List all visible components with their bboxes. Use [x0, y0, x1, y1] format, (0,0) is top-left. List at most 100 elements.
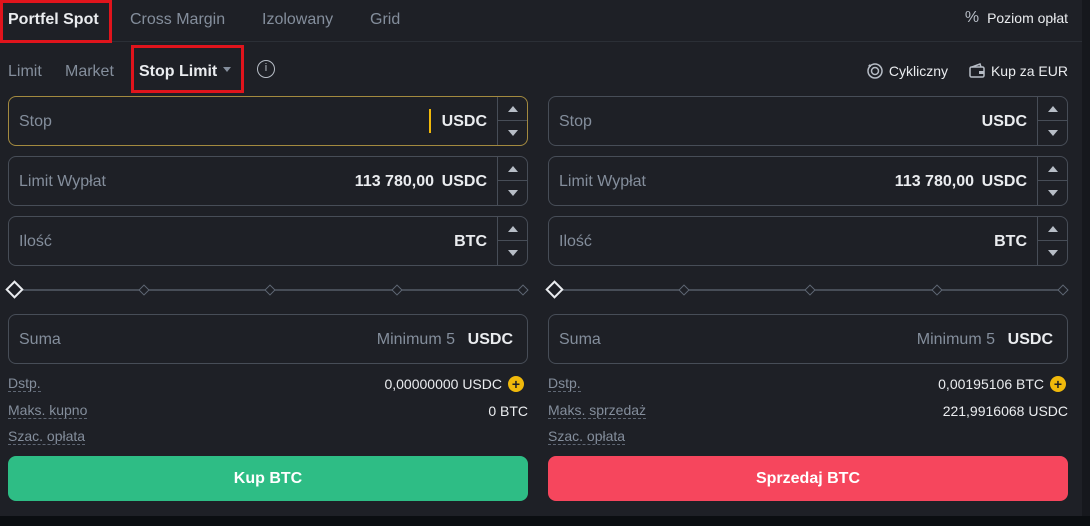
recurring-button[interactable]: Cykliczny: [866, 62, 948, 80]
caret-down-icon: [507, 190, 518, 196]
slider-step-75[interactable]: [931, 284, 943, 296]
increment-button[interactable]: [498, 97, 527, 121]
buy-stop-stepper: [497, 97, 527, 145]
caret-down-icon: [507, 130, 518, 136]
caret-down-icon: [1047, 130, 1058, 136]
sell-available-row: Dstp. 0,00195106 BTC +: [548, 374, 1068, 394]
buy-total-input[interactable]: Suma Minimum 5 USDC: [8, 314, 528, 364]
decrement-button[interactable]: [1038, 181, 1067, 205]
sell-btc-button[interactable]: Sprzedaj BTC: [548, 456, 1068, 501]
buy-amount-unit: BTC: [454, 233, 487, 250]
buy-with-eur-label: Kup za EUR: [990, 63, 1068, 79]
buy-btc-button[interactable]: Kup BTC: [8, 456, 528, 501]
highlight-box-portfel-spot: [0, 0, 112, 43]
buy-amount-label: Ilość: [19, 233, 52, 250]
buy-stop-unit: USDC: [441, 113, 487, 130]
sell-limit-unit: USDC: [981, 173, 1027, 190]
increment-button[interactable]: [1038, 97, 1067, 121]
decrement-button[interactable]: [1038, 121, 1067, 145]
slider-step-100[interactable]: [1057, 284, 1069, 296]
buy-limit-stepper: [497, 157, 527, 205]
buy-total-label: Suma: [19, 331, 61, 348]
slider-step-100[interactable]: [517, 284, 529, 296]
slider-step-25[interactable]: [678, 284, 690, 296]
buy-limit-price-input[interactable]: Limit Wypłat 113 780,00 USDC: [8, 156, 528, 206]
sell-limit-price-input[interactable]: Limit Wypłat 113 780,00 USDC: [548, 156, 1068, 206]
percent-icon: %: [964, 9, 980, 26]
caret-up-icon: [507, 105, 518, 112]
plus-circle-icon[interactable]: +: [1050, 376, 1066, 392]
sell-amount-unit: BTC: [994, 233, 1027, 250]
sell-total-label: Suma: [559, 331, 601, 348]
sell-amount-label: Ilość: [559, 233, 592, 250]
sell-stop-stepper: [1037, 97, 1067, 145]
text-cursor: [429, 109, 431, 133]
buy-max-value: 0 BTC: [488, 403, 528, 419]
sell-limit-label: Limit Wypłat: [559, 173, 646, 190]
buy-available-row: Dstp. 0,00000000 USDC +: [8, 374, 528, 394]
fee-level-label: Poziom opłat: [987, 10, 1068, 26]
slider-step-50[interactable]: [264, 284, 276, 296]
sell-max-label: Maks. sprzedaż: [548, 402, 647, 419]
slider-handle[interactable]: [545, 280, 564, 299]
sell-fee-label: Szac. opłata: [548, 428, 626, 445]
sell-percentage-slider[interactable]: [545, 280, 1069, 300]
sell-amount-stepper: [1037, 217, 1067, 265]
buy-max-label: Maks. kupno: [8, 402, 88, 419]
increment-button[interactable]: [498, 217, 527, 241]
buy-limit-value: 113 780,00: [354, 173, 434, 190]
wallet-icon: [969, 63, 985, 78]
bottom-divider: [0, 516, 1090, 526]
sell-stop-unit: USDC: [981, 113, 1027, 130]
decrement-button[interactable]: [1038, 241, 1067, 265]
sell-available-value: 0,00195106 BTC +: [938, 376, 1066, 392]
buy-total-unit: USDC: [467, 331, 513, 348]
decrement-button[interactable]: [498, 241, 527, 265]
buy-amount-stepper: [497, 217, 527, 265]
caret-down-icon: [1047, 190, 1058, 196]
sell-amount-input[interactable]: Ilość BTC: [548, 216, 1068, 266]
decrement-button[interactable]: [498, 181, 527, 205]
order-type-market[interactable]: Market: [65, 63, 114, 81]
sell-available-amount: 0,00195106 BTC: [938, 376, 1044, 392]
buy-limit-unit: USDC: [441, 173, 487, 190]
tab-izolowany[interactable]: Izolowany: [262, 11, 333, 29]
tab-cross-margin[interactable]: Cross Margin: [130, 11, 225, 29]
sell-max-row: Maks. sprzedaż 221,9916068 USDC: [548, 401, 1068, 421]
sell-limit-stepper: [1037, 157, 1067, 205]
plus-circle-icon[interactable]: +: [508, 376, 524, 392]
order-type-limit[interactable]: Limit: [8, 63, 42, 81]
increment-button[interactable]: [498, 157, 527, 181]
buy-available-value: 0,00000000 USDC +: [384, 376, 524, 392]
fee-level-link[interactable]: % Poziom opłat: [965, 9, 1068, 27]
buy-with-eur-button[interactable]: Kup za EUR: [968, 62, 1068, 80]
slider-handle[interactable]: [5, 280, 24, 299]
slider-step-50[interactable]: [804, 284, 816, 296]
buy-stop-price-input[interactable]: Stop USDC: [8, 96, 528, 146]
caret-up-icon: [1047, 165, 1058, 172]
caret-up-icon: [1047, 225, 1058, 232]
increment-button[interactable]: [1038, 217, 1067, 241]
sell-stop-price-input[interactable]: Stop USDC: [548, 96, 1068, 146]
increment-button[interactable]: [1038, 157, 1067, 181]
tab-grid[interactable]: Grid: [370, 11, 400, 29]
recurring-icon: [867, 63, 883, 79]
caret-up-icon: [507, 165, 518, 172]
info-icon[interactable]: i: [257, 60, 275, 78]
buy-fee-label: Szac. opłata: [8, 428, 86, 445]
recurring-label: Cykliczny: [888, 63, 948, 79]
sell-max-value: 221,9916068 USDC: [942, 403, 1068, 419]
slider-step-75[interactable]: [391, 284, 403, 296]
sell-total-input[interactable]: Suma Minimum 5 USDC: [548, 314, 1068, 364]
highlight-box-stop-limit: [131, 45, 244, 93]
caret-up-icon: [1047, 105, 1058, 112]
caret-up-icon: [507, 225, 518, 232]
slider-step-25[interactable]: [138, 284, 150, 296]
decrement-button[interactable]: [498, 121, 527, 145]
buy-total-placeholder: Minimum 5: [376, 331, 455, 348]
buy-available-label: Dstp.: [8, 375, 41, 392]
sell-fee-row: Szac. opłata: [548, 427, 1068, 447]
buy-percentage-slider[interactable]: [5, 280, 529, 300]
buy-amount-input[interactable]: Ilość BTC: [8, 216, 528, 266]
buy-available-amount: 0,00000000 USDC: [384, 376, 502, 392]
